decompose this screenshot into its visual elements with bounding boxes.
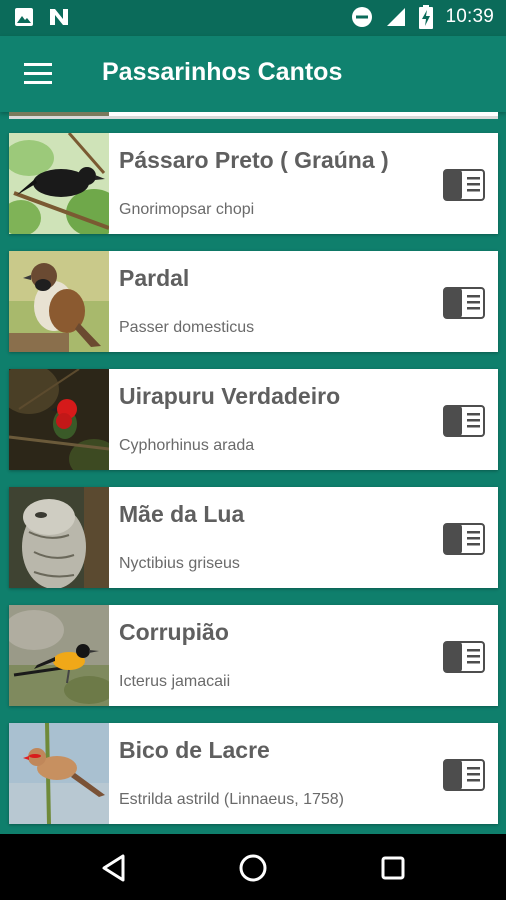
bird-scientific-name: Cyphorhinus arada	[119, 437, 255, 454]
bird-name: Bico de Lacre	[119, 737, 270, 763]
do-not-disturb-icon	[352, 7, 373, 27]
app-bar: Passarinhos Cantos	[0, 36, 506, 112]
bird-name: Pardal	[119, 265, 190, 291]
image-icon	[15, 8, 33, 26]
list-item[interactable]: Corrupião Icterus jamacaii	[9, 605, 498, 706]
toggle-details-icon[interactable]	[443, 641, 485, 673]
bird-name: Corrupião	[119, 619, 229, 645]
list-item-partial[interactable]	[9, 112, 498, 119]
sparrow-photo	[9, 251, 109, 352]
bird-scientific-name: Gnorimopsar chopi	[119, 201, 255, 218]
status-time: 10:39	[445, 6, 494, 27]
list-item[interactable]: Mãe da Lua Nyctibius griseus	[9, 487, 498, 588]
bird-thumbnail	[9, 112, 109, 116]
list-item[interactable]: Pássaro Preto ( Graúna ) Gnorimopsar cho…	[9, 133, 498, 234]
battery-charging-icon	[419, 5, 434, 29]
list-item[interactable]: Pardal Passer domesticus	[9, 251, 498, 352]
n-icon	[50, 9, 68, 25]
status-bar: 10:39	[0, 0, 506, 36]
waxbill-photo	[9, 723, 109, 824]
oriole-photo	[9, 605, 109, 706]
app-title: Passarinhos Cantos	[102, 58, 343, 86]
red-bird-photo	[9, 369, 109, 470]
potoo-photo	[9, 487, 109, 588]
bird-scientific-name: Icterus jamacaii	[119, 673, 231, 690]
bird-name: Mãe da Lua	[119, 501, 245, 527]
home-circle-icon[interactable]	[237, 852, 269, 884]
menu-icon[interactable]	[24, 63, 54, 85]
list-item[interactable]: Uirapuru Verdadeiro Cyphorhinus arada	[9, 369, 498, 470]
black-bird-photo	[9, 133, 109, 234]
toggle-details-icon[interactable]	[443, 759, 485, 791]
toggle-details-icon[interactable]	[443, 405, 485, 437]
navigation-bar	[0, 834, 506, 900]
bird-list[interactable]: Pássaro Preto ( Graúna ) Gnorimopsar cho…	[0, 112, 506, 834]
recents-square-icon[interactable]	[377, 852, 409, 884]
toggle-details-icon[interactable]	[443, 287, 485, 319]
bird-scientific-name: Estrilda astrild (Linnaeus, 1758)	[119, 791, 345, 808]
toggle-details-icon[interactable]	[443, 523, 485, 555]
signal-icon	[387, 8, 406, 26]
back-triangle-icon[interactable]	[99, 852, 131, 884]
list-item[interactable]: Bico de Lacre Estrilda astrild (Linnaeus…	[9, 723, 498, 824]
bird-scientific-name: Passer domesticus	[119, 319, 255, 336]
bird-scientific-name: Nyctibius griseus	[119, 555, 240, 572]
bird-name: Pássaro Preto ( Graúna )	[119, 147, 389, 173]
bird-name: Uirapuru Verdadeiro	[119, 383, 341, 409]
toggle-details-icon[interactable]	[443, 169, 485, 201]
